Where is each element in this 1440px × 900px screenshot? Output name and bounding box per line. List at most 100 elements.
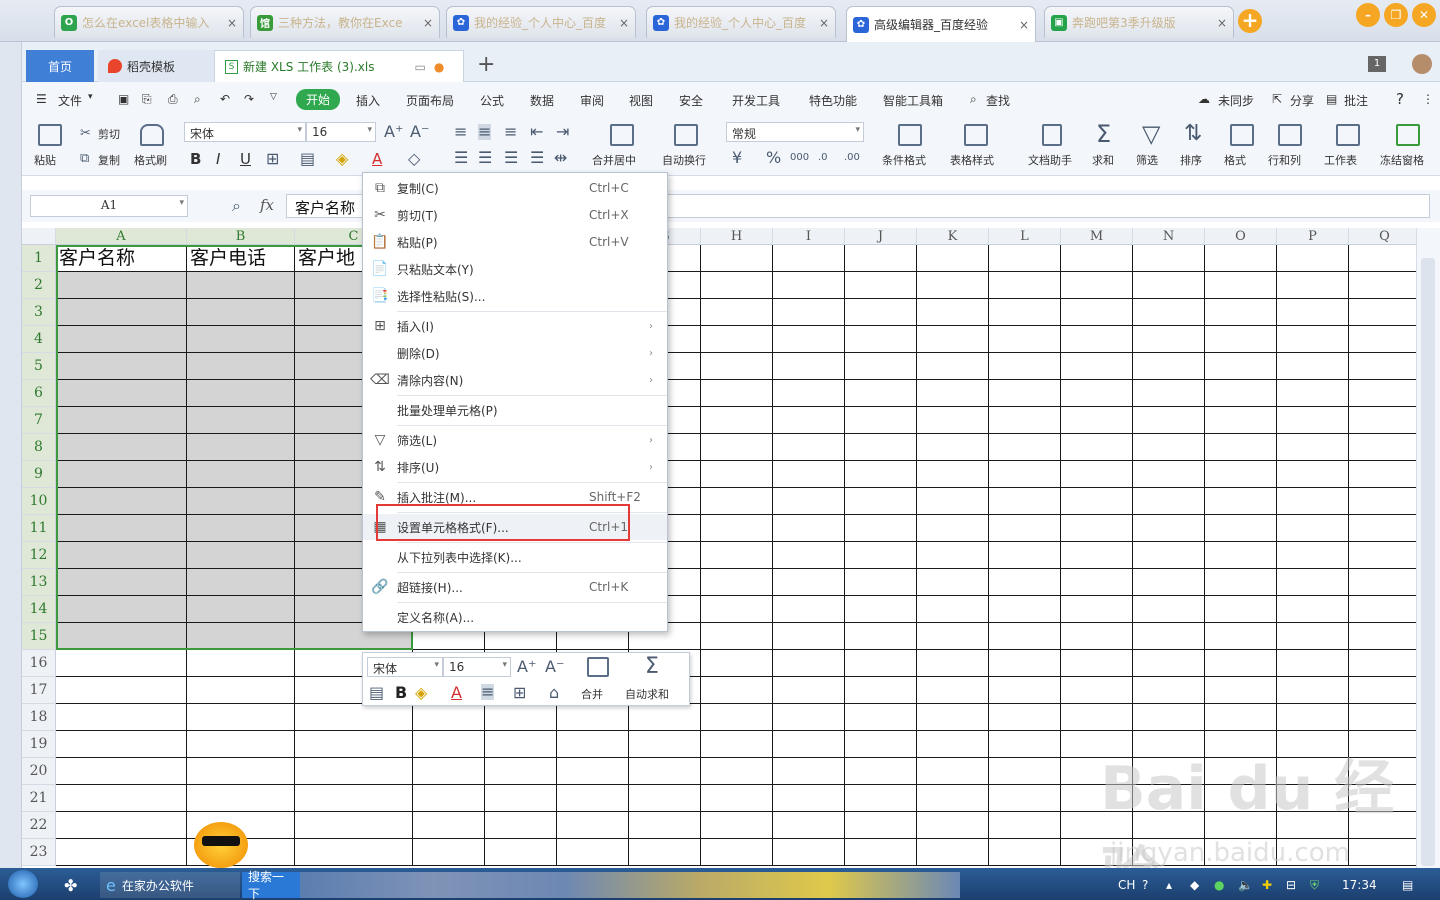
tray-plus-icon[interactable]: ✚ <box>1256 872 1278 898</box>
cell[interactable] <box>845 488 917 515</box>
cell[interactable] <box>989 488 1061 515</box>
cell[interactable] <box>1349 704 1416 731</box>
mini-grow-font-icon[interactable]: A⁺ <box>517 659 536 675</box>
cell[interactable] <box>989 812 1061 839</box>
restore-icon[interactable]: ❐ <box>1384 3 1408 27</box>
context-menu-item[interactable]: ▽ 筛选(L) › <box>363 427 667 453</box>
cell[interactable] <box>773 488 845 515</box>
row-header[interactable]: 10 <box>22 488 56 515</box>
cell[interactable] <box>989 434 1061 461</box>
mini-bold-button[interactable]: B <box>395 685 407 701</box>
cell[interactable] <box>1349 434 1416 461</box>
cell[interactable] <box>413 731 485 758</box>
cell[interactable] <box>773 596 845 623</box>
cell[interactable] <box>1205 542 1277 569</box>
avatar[interactable] <box>1412 54 1432 74</box>
row-header[interactable]: 2 <box>22 272 56 299</box>
cell[interactable] <box>1277 542 1349 569</box>
cell[interactable] <box>1061 650 1133 677</box>
mini-sigma-icon[interactable]: Σ <box>645 656 659 678</box>
cell[interactable] <box>1133 677 1205 704</box>
menu-special[interactable]: 特色功能 <box>809 92 857 109</box>
cell[interactable] <box>1061 299 1133 326</box>
filter-icon[interactable]: ▽ <box>1142 122 1160 146</box>
cell[interactable] <box>1349 650 1416 677</box>
cell[interactable] <box>701 245 773 272</box>
cell[interactable] <box>56 542 187 569</box>
cell[interactable] <box>1277 434 1349 461</box>
cell[interactable] <box>1133 650 1205 677</box>
menu-insert[interactable]: 插入 <box>356 92 380 109</box>
cell[interactable] <box>917 245 989 272</box>
cell[interactable] <box>917 623 989 650</box>
cell[interactable] <box>56 839 187 866</box>
row-header[interactable]: 9 <box>22 461 56 488</box>
cell[interactable] <box>187 758 295 785</box>
cell[interactable] <box>187 434 295 461</box>
cell[interactable] <box>1061 407 1133 434</box>
sigma-icon[interactable]: Σ <box>1096 122 1111 146</box>
cell[interactable] <box>187 380 295 407</box>
cell[interactable] <box>1133 299 1205 326</box>
cell[interactable] <box>1061 677 1133 704</box>
cell[interactable] <box>295 785 413 812</box>
cell[interactable] <box>701 596 773 623</box>
cell[interactable] <box>1349 245 1416 272</box>
browser-tab[interactable]: ✿ 我的经验_个人中心_百度 × <box>646 6 836 38</box>
merge-center-button[interactable]: 合并居中 <box>592 152 636 168</box>
cell[interactable] <box>773 380 845 407</box>
font-select[interactable]: 宋体 <box>184 122 306 142</box>
align-top-icon[interactable]: ≡ <box>454 124 467 140</box>
cell[interactable] <box>1061 623 1133 650</box>
cell[interactable] <box>1349 272 1416 299</box>
sheet-button[interactable]: 工作表 <box>1324 152 1357 168</box>
mini-align-icon[interactable]: ≡ <box>481 684 495 700</box>
cell[interactable] <box>917 569 989 596</box>
cell[interactable] <box>629 812 701 839</box>
row-header[interactable]: 19 <box>22 731 56 758</box>
mini-fill-color-icon[interactable]: ◈ <box>415 685 427 701</box>
cell[interactable] <box>701 515 773 542</box>
cell[interactable] <box>989 704 1061 731</box>
cell[interactable] <box>485 785 557 812</box>
print-icon[interactable]: ⎙ <box>168 92 178 107</box>
grow-font-icon[interactable]: A⁺ <box>384 124 403 140</box>
cell[interactable] <box>56 650 187 677</box>
cell[interactable] <box>845 623 917 650</box>
cell[interactable] <box>295 812 413 839</box>
menu-file[interactable]: 文件 <box>58 92 82 109</box>
doc-assist-button[interactable]: 文档助手 <box>1028 152 1072 168</box>
row-header[interactable]: 7 <box>22 407 56 434</box>
column-header[interactable]: K <box>917 228 989 245</box>
merge-icon[interactable] <box>610 124 634 146</box>
cell[interactable] <box>56 596 187 623</box>
undo-icon[interactable]: ↶ <box>220 92 230 106</box>
context-menu-item[interactable]: 📋 粘贴(P) Ctrl+V <box>363 229 667 255</box>
context-menu-item[interactable]: 定义名称(A)... <box>363 604 667 630</box>
cell[interactable] <box>917 380 989 407</box>
browser-tab[interactable]: O 怎么在excel表格中输入 × <box>54 6 244 38</box>
sort-button[interactable]: 排序 <box>1180 152 1202 168</box>
start-button[interactable] <box>8 870 38 898</box>
justify-icon[interactable]: ☰ <box>530 150 544 166</box>
cell[interactable] <box>1061 461 1133 488</box>
notification-icon[interactable]: ▤ <box>1396 872 1419 898</box>
wrap-text-button[interactable]: 自动换行 <box>662 152 706 168</box>
paste-icon[interactable] <box>38 124 62 146</box>
cell[interactable] <box>845 731 917 758</box>
cell[interactable] <box>773 326 845 353</box>
cell[interactable] <box>56 515 187 542</box>
cell[interactable] <box>917 758 989 785</box>
cell[interactable] <box>773 812 845 839</box>
cell[interactable] <box>1277 353 1349 380</box>
row-header[interactable]: 5 <box>22 353 56 380</box>
cell[interactable] <box>1277 299 1349 326</box>
shield-icon[interactable]: ⛨ <box>1304 872 1325 898</box>
cell[interactable] <box>701 434 773 461</box>
tab-close-icon[interactable]: × <box>1217 16 1227 30</box>
menu-dev[interactable]: 开发工具 <box>732 92 780 109</box>
browser-tab[interactable]: ✿ 高级编辑器_百度经验 × <box>846 6 1036 42</box>
align-right-icon[interactable]: ☰ <box>504 150 518 166</box>
number-format-select[interactable]: 常规 <box>726 122 864 142</box>
cell[interactable] <box>1133 407 1205 434</box>
